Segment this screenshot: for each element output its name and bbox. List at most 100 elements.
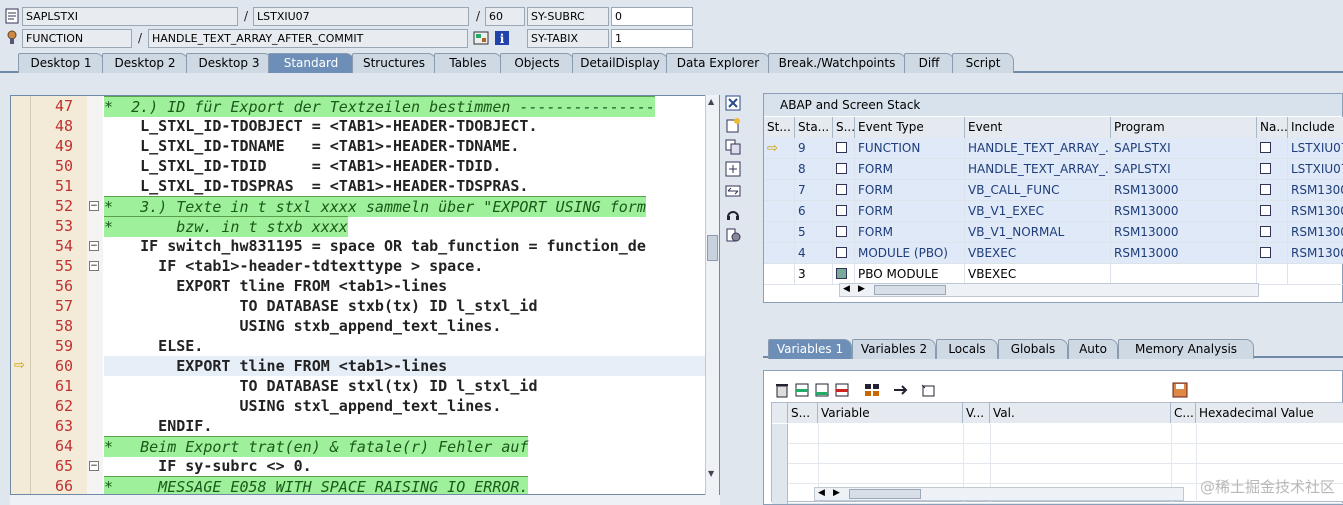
tab-memory-analysis[interactable]: Memory Analysis <box>1118 339 1254 359</box>
source-code-editor[interactable]: 47 * 2.) ID für Export der Textzeilen bes… <box>10 95 720 495</box>
scroll-down-icon[interactable]: ▼ <box>708 469 714 478</box>
col-c[interactable]: C... <box>1171 403 1196 423</box>
save-icon[interactable] <box>1172 382 1188 398</box>
vars-horizontal-scrollbar[interactable]: ◀ ▶ <box>814 487 1184 501</box>
code-line[interactable]: 57 TO DATABASE stxb(tx) ID l_stxl_id <box>11 296 706 316</box>
tab-standard[interactable]: Standard <box>268 53 354 73</box>
code-line[interactable]: 49 L_STXL_ID-TDNAME = <TAB1>-HEADER-TDNA… <box>11 136 706 156</box>
navigate-source-icon[interactable] <box>1260 142 1271 153</box>
stack-row[interactable]: 8 FORM HANDLE_TEXT_ARRAY_... SAPLSTXI LSTXIU… <box>764 159 1343 180</box>
stack-horizontal-scrollbar[interactable]: ◀ ▶ <box>839 283 1259 297</box>
settings-icon[interactable] <box>725 227 741 243</box>
row-selector[interactable] <box>772 484 788 504</box>
scroll-up-icon[interactable]: ▲ <box>708 97 714 106</box>
code-line[interactable]: 50 L_STXL_ID-TDID = <TAB1>-HEADER-TDID. <box>11 156 706 176</box>
tab-desktop-2[interactable]: Desktop 2 <box>102 53 188 73</box>
insert-row-icon[interactable] <box>794 382 810 398</box>
scroll-right-icon[interactable]: ▶ <box>833 488 840 498</box>
stack-row[interactable]: 6FORMVB_V1_EXECRSM13000RSM13000 <box>764 201 1343 222</box>
scroll-left-icon[interactable]: ◀ <box>843 284 850 294</box>
service-icon[interactable] <box>725 205 741 221</box>
stack-row[interactable]: 3 PBO MODULE VBEXEC <box>764 264 1343 285</box>
maximize-icon[interactable] <box>725 161 741 177</box>
stack-row[interactable]: 7FORMVB_CALL_FUNCRSM13000RSM13000 <box>764 180 1343 201</box>
new-tool-icon[interactable] <box>725 117 741 133</box>
delete-row-icon[interactable] <box>834 382 850 398</box>
col-var-s[interactable]: S... <box>788 403 818 423</box>
col-event[interactable]: Event <box>965 117 1111 138</box>
scroll-right-icon[interactable]: ▶ <box>858 284 865 294</box>
code-line[interactable]: 51 L_STXL_ID-TDSPRAS = <TAB1>-HEADER-TDS… <box>11 176 706 196</box>
tab-tables[interactable]: Tables <box>434 53 502 73</box>
fold-toggle-icon[interactable]: − <box>89 201 99 211</box>
code-line[interactable]: 47 * 2.) ID für Export der Textzeilen bes… <box>11 96 706 117</box>
sysvar-value-1[interactable]: 0 <box>611 7 693 26</box>
sysvar-value-2[interactable]: 1 <box>611 29 693 48</box>
scroll-thumb[interactable] <box>874 285 946 295</box>
stack-row[interactable]: 4MODULE (PBO)VBEXECRSM13000RSM13000 <box>764 243 1343 264</box>
col-program[interactable]: Program <box>1111 117 1257 138</box>
structure-icon[interactable] <box>864 382 880 398</box>
fold-toggle-icon[interactable]: − <box>89 261 99 271</box>
code-line[interactable]: 65 IF sy-subrc <> 0. <box>11 456 706 476</box>
editor-vertical-scrollbar[interactable]: ▲ ▼ <box>705 95 719 495</box>
code-line[interactable]: 59 ELSE. <box>11 336 706 356</box>
stack-row[interactable]: ⇨ 9 FUNCTION HANDLE_TEXT_ARRAY_... SAPLSTXI L… <box>764 138 1343 159</box>
code-line[interactable]: 52 * 3.) Texte in t stxl xxxx sammeln übe… <box>11 196 706 217</box>
navigate-source-icon[interactable] <box>1260 226 1271 237</box>
fold-toggle-icon[interactable]: − <box>89 241 99 251</box>
editor-horizontal-scrollbar[interactable] <box>10 495 720 505</box>
col-s[interactable]: S... <box>833 117 855 138</box>
tab-detaildisplay[interactable]: DetailDisplay <box>572 53 668 73</box>
col-event-type[interactable]: Event Type <box>855 117 965 138</box>
col-navigate[interactable]: Na... <box>1257 117 1288 138</box>
append-row-icon[interactable] <box>814 382 830 398</box>
navigate-source-icon[interactable] <box>1260 247 1271 258</box>
tab-script[interactable]: Script <box>952 53 1014 73</box>
scroll-left-icon[interactable]: ◀ <box>818 488 825 498</box>
display-object-icon[interactable] <box>473 30 489 46</box>
copy-icon[interactable] <box>725 139 741 155</box>
col-v[interactable]: V... <box>963 403 990 423</box>
tab-structures[interactable]: Structures <box>352 53 436 73</box>
tab-desktop-1[interactable]: Desktop 1 <box>18 53 104 73</box>
code-line[interactable]: 58 USING stxb_append_text_lines. <box>11 316 706 336</box>
navigate-source-icon[interactable] <box>1260 163 1271 174</box>
delete-icon[interactable] <box>774 382 790 398</box>
code-line[interactable]: 56 EXPORT tline FROM <tab1>-lines <box>11 276 706 296</box>
swap-icon[interactable] <box>725 183 741 199</box>
col-variable[interactable]: Variable <box>818 403 963 423</box>
row-selector[interactable] <box>772 444 788 464</box>
code-line[interactable]: ⇨ 60 EXPORT tline FROM <tab1>-lines <box>11 356 706 376</box>
code-line[interactable]: 61 TO DATABASE stxl(tx) ID l_stxl_id <box>11 376 706 396</box>
code-line[interactable]: 66 * MESSAGE E058 WITH SPACE RAISING IO E… <box>11 476 706 494</box>
navigate-source-icon[interactable] <box>1260 205 1271 216</box>
scroll-thumb[interactable] <box>849 489 921 499</box>
tab-desktop-3[interactable]: Desktop 3 <box>186 53 272 73</box>
tab-data-explorer[interactable]: Data Explorer <box>666 53 770 73</box>
tab-globals[interactable]: Globals <box>998 339 1068 359</box>
col-stack-level[interactable]: Sta... <box>795 117 833 138</box>
row-selector[interactable] <box>772 464 788 484</box>
row-selector[interactable] <box>772 424 788 444</box>
col-value[interactable]: Val. <box>990 403 1171 423</box>
info-icon[interactable]: i <box>494 30 510 46</box>
tab-locals[interactable]: Locals <box>936 339 998 359</box>
variable-row[interactable] <box>772 424 1343 444</box>
navigate-source-icon[interactable] <box>1260 184 1271 195</box>
code-line[interactable]: 64 * Beim Export trat(en) & fatale(r) Feh… <box>11 436 706 457</box>
tab-auto[interactable]: Auto <box>1068 339 1118 359</box>
navigate-icon[interactable] <box>892 382 908 398</box>
fold-toggle-icon[interactable]: − <box>89 461 99 471</box>
col-hex-value[interactable]: Hexadecimal Value <box>1196 403 1343 423</box>
tab-objects[interactable]: Objects <box>500 53 574 73</box>
code-line[interactable]: 48 L_STXL_ID-TDOBJECT = <TAB1>-HEADER-TD… <box>11 116 706 136</box>
scroll-thumb[interactable] <box>707 235 718 261</box>
code-line[interactable]: 63 ENDIF. <box>11 416 706 436</box>
code-line[interactable]: 62 USING stxl_append_text_lines. <box>11 396 706 416</box>
code-line[interactable]: 55 IF <tab1>-header-tdtexttype > space. <box>11 256 706 276</box>
close-icon[interactable] <box>725 95 741 111</box>
tab-diff[interactable]: Diff <box>904 53 954 73</box>
tab-variables-1[interactable]: Variables 1 <box>768 339 852 359</box>
variable-row[interactable] <box>772 444 1343 464</box>
